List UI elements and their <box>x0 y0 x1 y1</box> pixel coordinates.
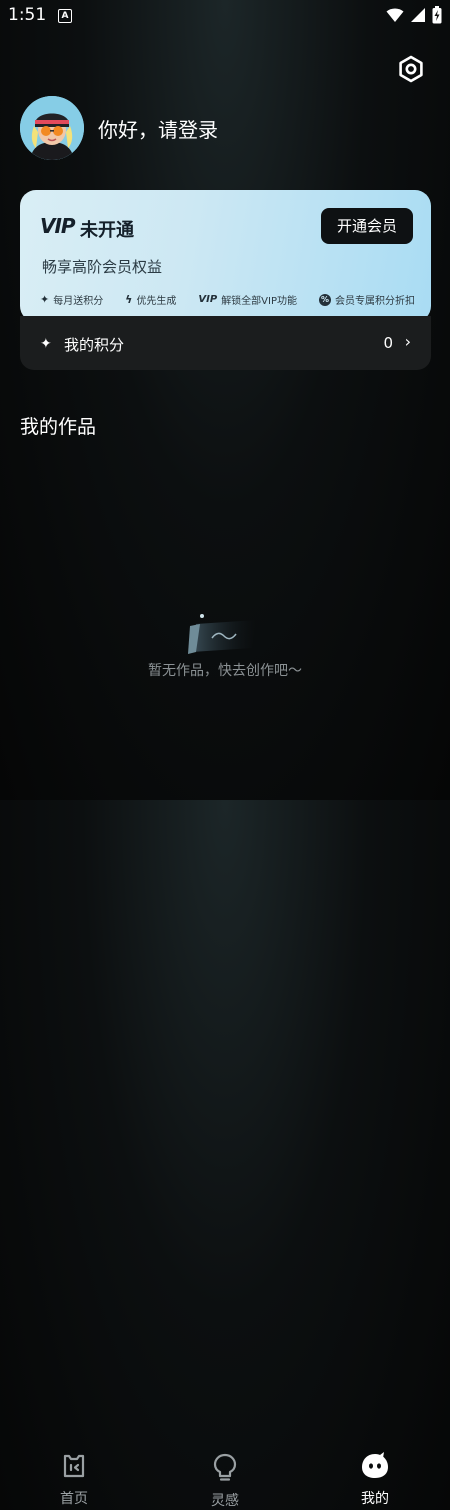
tab-home[interactable]: 首页 <box>34 1452 114 1508</box>
my-points-row[interactable]: ✦ 我的积分 0 › <box>20 316 431 370</box>
status-time: 1:51 <box>8 5 47 25</box>
empty-works-illustration <box>188 614 256 654</box>
perk-priority: ϟ 优先生成 <box>125 292 176 307</box>
tab-inspiration[interactable]: 灵感 <box>185 1452 265 1510</box>
vip-card[interactable]: VIP 未开通 开通会员 畅享高阶会员权益 ✦ 每月送积分 ϟ 优先生成 VIP… <box>20 190 431 322</box>
perk-monthly-points: ✦ 每月送积分 <box>40 292 103 307</box>
signal-icon <box>411 8 425 22</box>
perk-label: 优先生成 <box>136 296 177 307</box>
status-bar: 1:51 A <box>0 0 450 32</box>
perk-unlock-vip: VIP 解锁全部VIP功能 <box>198 292 297 307</box>
sparkle-icon: ✦ <box>40 336 52 352</box>
battery-icon <box>432 6 442 24</box>
settings-icon[interactable] <box>396 54 426 84</box>
avatar[interactable] <box>20 96 84 160</box>
vip-status: 未开通 <box>80 220 134 241</box>
mine-icon <box>362 1452 388 1478</box>
status-icons <box>386 6 442 24</box>
empty-works-text: 暂无作品，快去创作吧～ <box>148 663 302 679</box>
points-value: 0 <box>383 334 393 352</box>
sparkle-icon: ✦ <box>40 293 50 306</box>
perk-label: 会员专属积分折扣 <box>334 296 415 307</box>
home-icon <box>63 1454 85 1478</box>
tab-label: 我的 <box>361 1491 389 1507</box>
discount-icon: % <box>318 293 331 306</box>
login-greeting[interactable]: 你好，请登录 <box>98 114 218 143</box>
chevron-right-icon: › <box>404 332 411 351</box>
perk-label: 解锁全部VIP功能 <box>221 296 298 307</box>
vip-perks: ✦ 每月送积分 ϟ 优先生成 VIP 解锁全部VIP功能 % 会员专属积分折扣 <box>40 292 415 307</box>
perk-label: 每月送积分 <box>53 296 104 307</box>
tab-label: 灵感 <box>211 1493 239 1509</box>
tab-label: 首页 <box>60 1491 88 1507</box>
perk-discount: % 会员专属积分折扣 <box>318 292 415 307</box>
vip-description: 畅享高阶会员权益 <box>42 258 163 276</box>
vip-icon: VIP <box>198 294 218 305</box>
works-section-title: 我的作品 <box>20 416 97 438</box>
bolt-icon: ϟ <box>125 293 133 306</box>
avatar-image <box>20 96 84 160</box>
bulb-icon <box>213 1453 237 1481</box>
points-label: 我的积分 <box>64 336 125 354</box>
keyboard-indicator-icon: A <box>58 9 72 23</box>
vip-logo: VIP <box>40 214 76 238</box>
open-membership-button[interactable]: 开通会员 <box>321 208 413 244</box>
wifi-icon <box>386 8 404 22</box>
tab-mine[interactable]: 我的 <box>335 1452 415 1508</box>
bottom-tab-bar: 首页 灵感 我的 <box>0 722 450 1509</box>
